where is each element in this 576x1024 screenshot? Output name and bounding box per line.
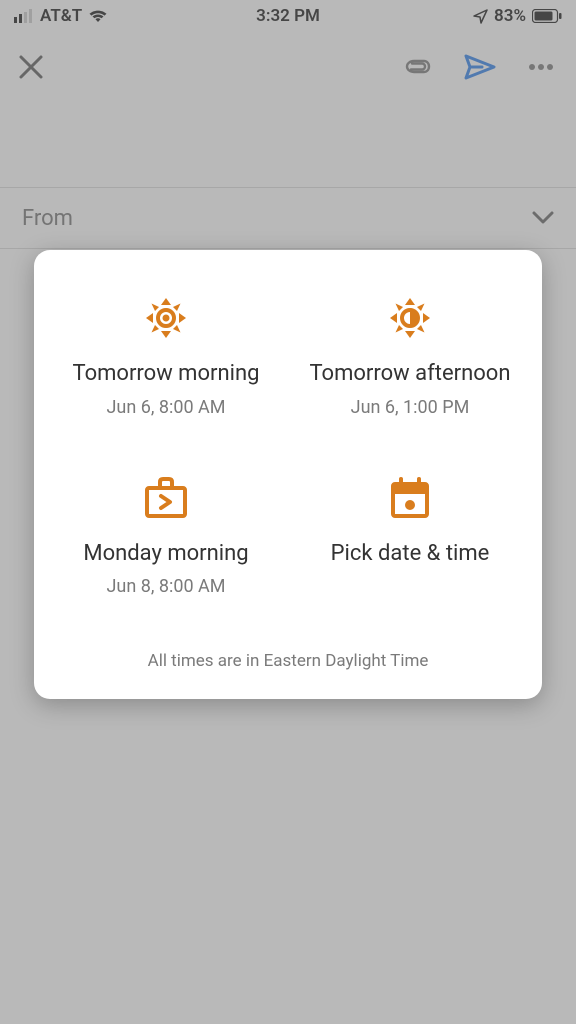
briefcase-icon	[143, 476, 189, 520]
option-tomorrow-morning[interactable]: Tomorrow morning Jun 6, 8:00 AM	[44, 290, 288, 418]
option-sublabel: Jun 8, 8:00 AM	[106, 576, 225, 597]
option-sublabel: Jun 6, 8:00 AM	[106, 397, 225, 418]
option-label: Tomorrow afternoon	[309, 360, 510, 389]
option-tomorrow-afternoon[interactable]: Tomorrow afternoon Jun 6, 1:00 PM	[288, 290, 532, 418]
option-pick-date-time[interactable]: Pick date & time	[288, 470, 532, 598]
option-sublabel: Jun 6, 1:00 PM	[351, 397, 470, 418]
schedule-send-modal: Tomorrow morning Jun 6, 8:00 AM	[34, 250, 542, 699]
sun-afternoon-icon	[386, 294, 434, 342]
option-monday-morning[interactable]: Monday morning Jun 8, 8:00 AM	[44, 470, 288, 598]
option-label: Pick date & time	[331, 540, 490, 569]
option-label: Monday morning	[83, 540, 248, 569]
modal-overlay[interactable]: Tomorrow morning Jun 6, 8:00 AM	[0, 0, 576, 1024]
option-label: Tomorrow morning	[73, 360, 260, 389]
sun-morning-icon	[142, 294, 190, 342]
calendar-icon	[389, 476, 431, 520]
timezone-note: All times are in Eastern Daylight Time	[44, 651, 532, 671]
